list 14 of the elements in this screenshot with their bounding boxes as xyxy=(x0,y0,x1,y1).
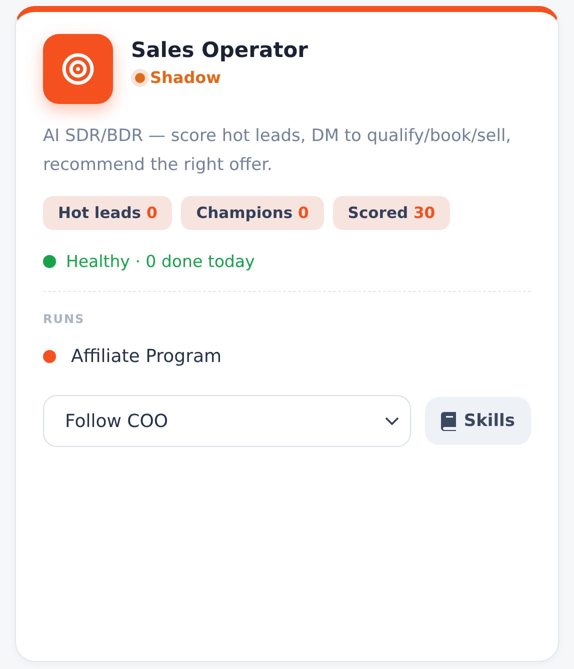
mode-label: Shadow xyxy=(150,68,221,87)
run-name: Affiliate Program xyxy=(71,346,222,367)
skills-button[interactable]: Skills xyxy=(424,397,531,445)
stat-chip: Hot leads 0 xyxy=(43,196,172,230)
chevron-down-icon xyxy=(384,416,400,426)
follow-select[interactable]: Follow COO xyxy=(43,395,411,447)
runs-heading: RUNS xyxy=(43,312,86,326)
stat-chip: Scored 30 xyxy=(332,196,450,230)
stat-chip: Champions 0 xyxy=(181,196,324,230)
book-icon xyxy=(440,412,457,430)
agent-title: Sales Operator xyxy=(131,38,308,62)
target-icon xyxy=(43,34,113,104)
health-status: Healthy · 0 done today xyxy=(66,252,255,271)
agent-description: AI SDR/BDR — score hot leads, DM to qualify/book/sell, recommend the right offer. xyxy=(43,125,512,177)
